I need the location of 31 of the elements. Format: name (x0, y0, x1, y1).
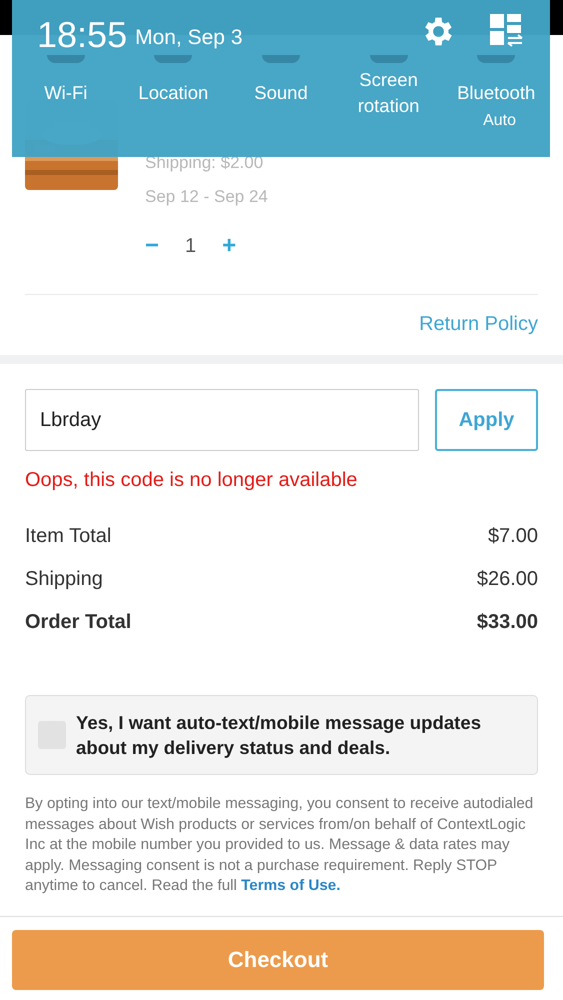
toggle-label[interactable]: Wi-Fi (44, 67, 88, 119)
total-label: Item Total (25, 524, 112, 549)
delivery-dates: Sep 12 - Sep 24 (145, 186, 268, 208)
toggle-icon[interactable] (154, 55, 192, 63)
toggle-icon[interactable] (370, 55, 408, 63)
clock-date: Mon, Sep 3 (135, 24, 242, 50)
total-amount: $7.00 (488, 524, 538, 549)
quantity: 1 (185, 234, 196, 259)
total-label: Shipping (25, 567, 103, 592)
decrease-button[interactable]: − (145, 234, 160, 258)
total-label: Order Total (25, 610, 132, 635)
grid-edit-icon[interactable] (490, 14, 523, 47)
opt-in-label: Yes, I want auto-text/mobile message updates about my delivery status and deals. (76, 711, 482, 760)
toggle-icon[interactable] (262, 55, 300, 63)
error-message: Oops, this code is no longer available (25, 468, 358, 493)
clock-time: 18:55 (37, 17, 128, 53)
toggle-icon[interactable] (46, 55, 85, 63)
coupon-field[interactable]: Lbrday (25, 389, 419, 451)
brightness-auto-label[interactable]: Auto (483, 109, 516, 133)
return-policy-link[interactable]: Return Policy (419, 309, 538, 339)
apply-button[interactable]: Apply (435, 389, 538, 451)
checkout-button[interactable]: Checkout (12, 930, 544, 990)
terms-link[interactable]: Terms of Use. (241, 877, 340, 894)
total-amount: $33.00 (476, 610, 538, 635)
toggle-icon[interactable] (477, 55, 516, 63)
toggle-label[interactable]: Screen rotation (334, 67, 442, 119)
increase-button[interactable]: + (222, 234, 236, 258)
consent-disclaimer: By opting into our text/mobile messaging, you consent to receive autodialed messages about Wish products or services from/on behalf of ContextLogic Inc at the mobile number you provided to us. Message & data rates may apply. Messaging consent is not a purchase requirement. Reply STOP anytime to cancel. Read the full Terms of Use. (25, 794, 534, 896)
total-amount: $26.00 (476, 567, 538, 592)
toggle-label[interactable]: Location (138, 67, 208, 119)
toggle-label[interactable]: Sound (254, 67, 308, 119)
